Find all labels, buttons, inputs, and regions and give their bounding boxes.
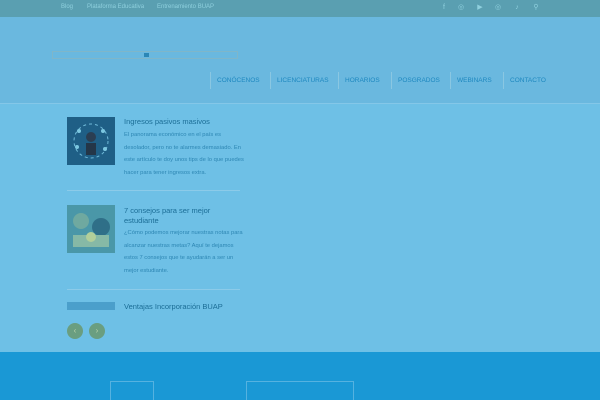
top-bar: Blog Plataforma Educativa Entrenamiento … [0,0,600,17]
post-image [67,205,115,253]
topbar-link-blog[interactable]: Blog [61,4,73,10]
post-thumbnail[interactable] [67,302,115,310]
logo[interactable] [52,51,238,59]
post-thumbnail[interactable] [67,205,115,253]
footer [0,352,600,400]
post-excerpt: El panorama económico en el país es deso… [124,132,244,176]
post-title[interactable]: Ingresos pasivos masivos [124,117,244,127]
topbar-link-plataforma[interactable]: Plataforma Educativa [87,4,144,10]
tiktok-icon[interactable]: ♪ [512,3,522,13]
nav-item-horarios[interactable]: HORARIOS [338,72,380,89]
nav-item-contacto[interactable]: CONTACTO [503,72,546,89]
prev-arrow-button[interactable]: ‹ [67,323,83,339]
search-icon[interactable]: ⚲ [531,3,541,13]
instagram-alt-icon[interactable]: ◎ [493,3,503,13]
logo-mark [144,53,149,57]
topbar-link-entrenamiento[interactable]: Entrenamiento BUAP [157,4,214,10]
post-divider [67,190,240,191]
post-title[interactable]: Ventajas Incorporación BUAP [124,302,244,312]
post-title[interactable]: 7 consejos para ser mejor estudiante [124,206,244,226]
post-excerpt: ¿Cómo podemos mejorar nuestras notas par… [124,230,243,274]
post-divider [67,289,240,290]
instagram-icon[interactable]: ◎ [456,3,466,13]
nav-item-webinars[interactable]: WEBINARS [450,72,492,89]
nav-item-conocenos[interactable]: CONÓCENOS [210,72,260,89]
site-header [0,17,600,103]
next-arrow-button[interactable]: › [89,323,105,339]
post-image [73,123,109,159]
nav-item-licenciaturas[interactable]: LICENCIATURAS [270,72,329,89]
footer-box [110,381,154,400]
post-thumbnail[interactable] [67,117,115,165]
footer-box [246,381,354,400]
facebook-icon[interactable]: f [439,3,449,13]
youtube-icon[interactable]: ▶ [475,3,485,13]
nav-item-posgrados[interactable]: POSGRADOS [391,72,440,89]
